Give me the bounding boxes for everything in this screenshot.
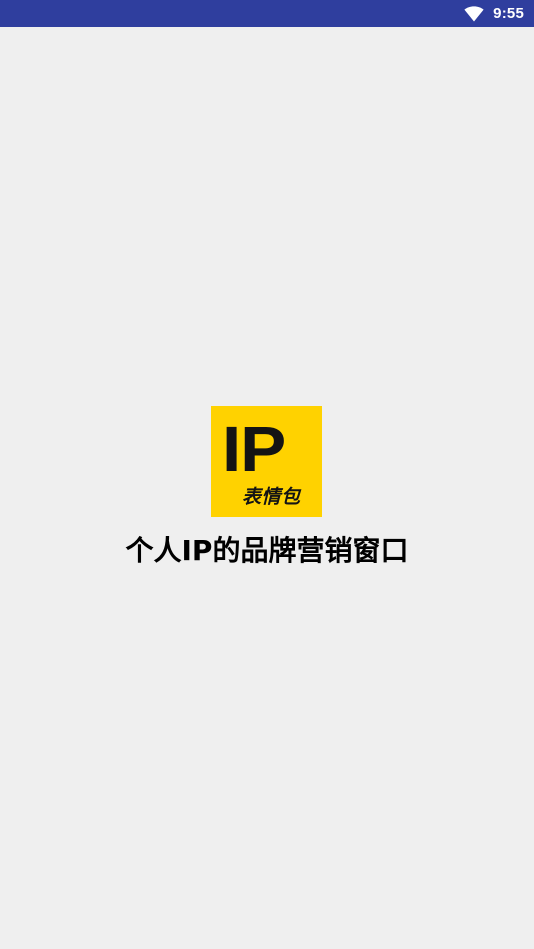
status-time: 9:55	[493, 5, 524, 22]
wifi-icon	[464, 5, 484, 22]
app-logo: IP 表情包	[211, 406, 322, 517]
logo-sub-text: 表情包	[242, 486, 301, 508]
status-bar: 9:55	[0, 0, 534, 27]
status-indicators: 9:55	[464, 0, 524, 27]
splash-slogan: 个人IP的品牌营销窗口	[125, 534, 409, 567]
logo-ip-text: IP	[222, 413, 286, 485]
